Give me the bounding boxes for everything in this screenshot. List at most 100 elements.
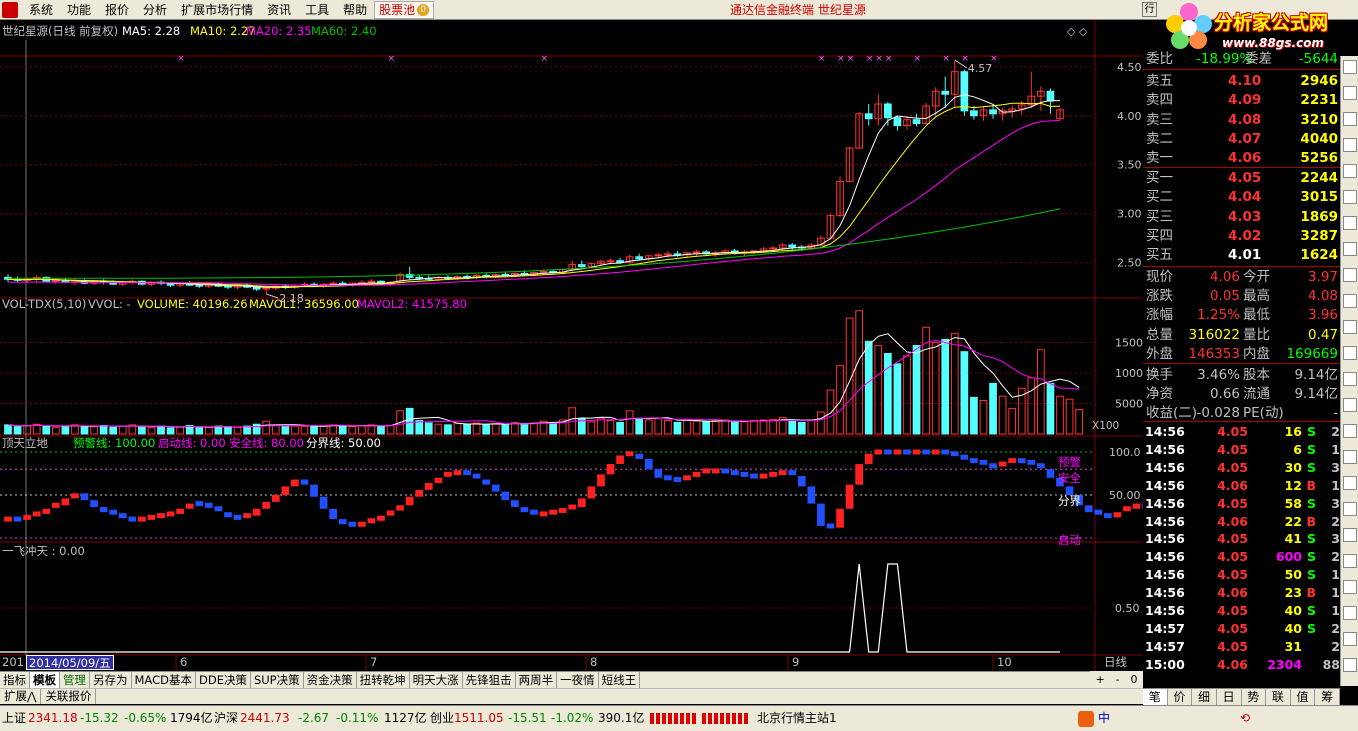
- server-label[interactable]: 北京行情主站1: [757, 706, 837, 731]
- volume-bar: [109, 426, 118, 435]
- side-tool-icon[interactable]: [1343, 476, 1357, 490]
- indicator-tab[interactable]: 一夜情: [557, 672, 599, 688]
- volume-panel[interactable]: [4, 310, 1083, 435]
- indicator1-bar: [1103, 513, 1112, 519]
- side-tool-icon[interactable]: [1343, 372, 1357, 386]
- indicator-tab[interactable]: 先锋狙击: [463, 672, 516, 688]
- indicator1-bar: [367, 518, 376, 524]
- tick-side: S: [1306, 603, 1316, 618]
- indicator-tab[interactable]: DDE决策: [196, 672, 251, 688]
- signal-mark: ×: [177, 54, 185, 64]
- side-tool-icon[interactable]: [1343, 502, 1357, 516]
- menu-tools[interactable]: 工具: [298, 0, 336, 20]
- side-tool-icon[interactable]: [1343, 138, 1357, 152]
- indicator-tab[interactable]: MACD基本: [132, 672, 196, 688]
- quote-panel-tab[interactable]: 势: [1242, 689, 1267, 705]
- side-tool-icon[interactable]: [1343, 450, 1357, 464]
- zoom-in-button[interactable]: +: [1095, 673, 1104, 686]
- menu-extended-market[interactable]: 扩展市场行情: [174, 0, 260, 20]
- tick-side: S: [1306, 424, 1316, 439]
- side-tool-icon[interactable]: [1343, 658, 1357, 672]
- cy-index-label[interactable]: 创业: [430, 706, 454, 731]
- volume-bar: [807, 419, 816, 435]
- quote-panel-tab[interactable]: 笔: [1143, 689, 1168, 705]
- indicator2-title: 一飞冲天 : 0.00: [2, 544, 85, 558]
- quote-panel-tab[interactable]: 细: [1192, 689, 1217, 705]
- tab-extend[interactable]: 扩展⋀: [0, 689, 42, 704]
- refresh-icon[interactable]: ⟲: [1240, 706, 1250, 731]
- side-tool-icon[interactable]: [1343, 112, 1357, 126]
- volume-bar: [788, 420, 797, 435]
- chart-area[interactable]: × × × × × × × × × × × × × 世纪星源(日线 前复权) MA5: 2.28 MA1…: [0, 20, 1143, 672]
- indicator-tab[interactable]: 短线王: [599, 672, 641, 688]
- side-tool-icon[interactable]: [1343, 216, 1357, 230]
- side-tool-icon[interactable]: [1343, 346, 1357, 360]
- indicator-tab[interactable]: 管理: [60, 672, 90, 688]
- indicator-tab[interactable]: SUP决策: [251, 672, 304, 688]
- ime-chinese-icon[interactable]: 中: [1098, 706, 1110, 731]
- volume-bar: [683, 419, 691, 435]
- stat-value-2: 3.96: [1307, 307, 1338, 324]
- indicator-tab[interactable]: 另存为: [90, 672, 132, 688]
- indicator-tab[interactable]: 明天大涨: [410, 672, 463, 688]
- side-tool-icon[interactable]: [1343, 86, 1357, 100]
- indicator-tab[interactable]: 指标: [0, 672, 30, 688]
- truncated-menu-item[interactable]: 行: [1142, 2, 1157, 17]
- side-tool-icon[interactable]: [1343, 294, 1357, 308]
- quote-panel-tab[interactable]: 日: [1217, 689, 1242, 705]
- app-icon[interactable]: [2, 1, 18, 18]
- side-tool-icon[interactable]: [1343, 632, 1357, 646]
- start-line-tag: 启动: [1058, 533, 1081, 547]
- menu-analysis[interactable]: 分析: [136, 0, 174, 20]
- tick-volume: 40: [1284, 603, 1302, 618]
- stat-label-2: 内盘: [1243, 345, 1270, 362]
- ask-row: 卖一 4.06 5256: [1143, 149, 1340, 168]
- quote-panel-tab[interactable]: 筹: [1315, 689, 1340, 705]
- zoom-out-button[interactable]: -: [1116, 673, 1120, 686]
- side-tool-icon[interactable]: [1343, 268, 1357, 282]
- indicator1-bar: [625, 451, 634, 457]
- tick-time: 14:56: [1145, 549, 1185, 565]
- indicator-tab[interactable]: 两周半: [516, 672, 558, 688]
- side-tool-icon[interactable]: [1343, 190, 1357, 204]
- volume-bar: [80, 425, 89, 435]
- sz-index-label[interactable]: 沪深: [214, 706, 238, 731]
- side-tool-icon[interactable]: [1343, 398, 1357, 412]
- stock-pool-button[interactable]: 股票池 0: [374, 0, 435, 19]
- menu-system[interactable]: 系统: [22, 0, 60, 20]
- side-tool-icon[interactable]: [1343, 164, 1357, 178]
- input-method-icon[interactable]: [1078, 711, 1094, 727]
- kline-panel[interactable]: × × × × × × × × × × × × ×: [4, 54, 1064, 294]
- period-label[interactable]: 日线: [1104, 655, 1127, 669]
- zoom-reset-button[interactable]: 0: [1131, 673, 1138, 686]
- indicator1-bar: [482, 479, 491, 485]
- side-tool-icon[interactable]: [1343, 580, 1357, 594]
- sh-index-label[interactable]: 上证: [2, 706, 26, 731]
- volume-bar: [664, 420, 672, 435]
- side-tool-icon[interactable]: [1343, 320, 1357, 334]
- quote-panel-tab[interactable]: 联: [1266, 689, 1291, 705]
- indicator1-bar: [530, 509, 538, 515]
- sh-index-amount: 1794亿: [170, 711, 213, 725]
- indicator1-y-tick: 100.0: [1109, 446, 1141, 459]
- quote-panel-tab[interactable]: 价: [1168, 689, 1193, 705]
- menu-news[interactable]: 资讯: [260, 0, 298, 20]
- quote-panel-tab[interactable]: 值: [1291, 689, 1316, 705]
- stat-value-2: 0.47: [1307, 326, 1338, 343]
- side-tool-icon[interactable]: [1343, 424, 1357, 438]
- side-tool-icon[interactable]: [1343, 554, 1357, 568]
- indicator-tab[interactable]: 模板: [30, 672, 60, 688]
- menu-function[interactable]: 功能: [60, 0, 98, 20]
- indicator-tab[interactable]: 扭转乾坤: [357, 672, 410, 688]
- indicator-panel-dingtianlidi[interactable]: [4, 449, 1143, 529]
- ask-volume: 3210: [1300, 111, 1338, 128]
- side-tool-icon[interactable]: [1343, 60, 1357, 74]
- tick-count: 2: [1331, 638, 1340, 654]
- tab-related-quote[interactable]: 关联报价: [41, 689, 97, 704]
- side-tool-icon[interactable]: [1343, 528, 1357, 542]
- menu-quote[interactable]: 报价: [98, 0, 136, 20]
- side-tool-icon[interactable]: [1343, 242, 1357, 256]
- side-tool-icon[interactable]: [1343, 606, 1357, 620]
- menu-help[interactable]: 帮助: [336, 0, 374, 20]
- indicator-tab[interactable]: 资金决策: [304, 672, 357, 688]
